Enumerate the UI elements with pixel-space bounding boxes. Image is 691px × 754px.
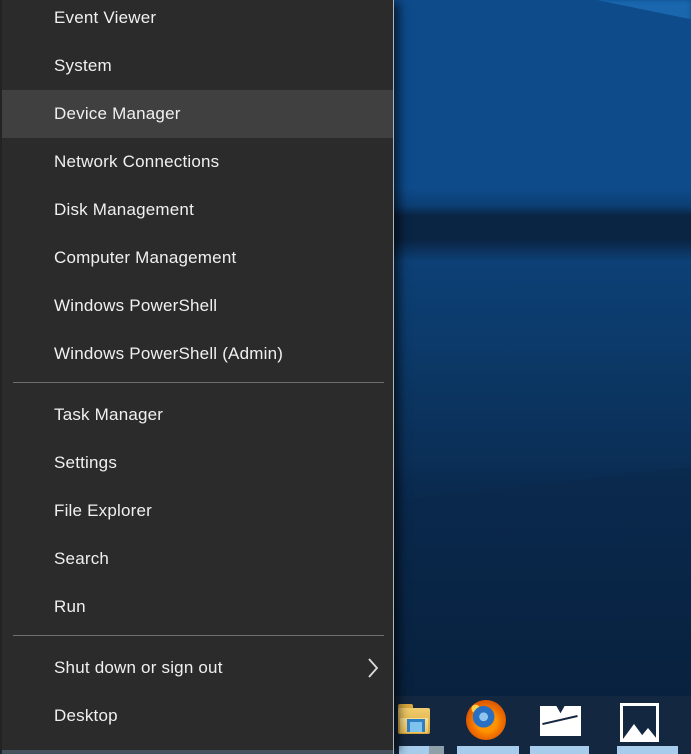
menu-item-settings[interactable]: Settings [2, 439, 393, 487]
photos-icon[interactable] [620, 703, 659, 742]
taskbar-indicator-bar [617, 746, 678, 754]
winx-power-user-menu: Event Viewer System Device Manager Network … [0, 0, 394, 754]
taskbar-indicator-bar [530, 746, 589, 754]
menu-item-system[interactable]: System [2, 42, 393, 90]
menu-item-label: Task Manager [54, 405, 164, 424]
menu-item-label: Windows PowerShell [54, 296, 218, 315]
menu-item-disk-management[interactable]: Disk Management [2, 186, 393, 234]
menu-item-event-viewer[interactable]: Event Viewer [2, 0, 393, 42]
menu-separator [2, 378, 393, 391]
menu-item-run[interactable]: Run [2, 583, 393, 631]
firefox-icon[interactable] [466, 700, 506, 740]
taskbar-indicator-bar [457, 746, 519, 754]
menu-item-label: Disk Management [54, 200, 195, 219]
menu-item-windows-powershell-admin[interactable]: Windows PowerShell (Admin) [2, 330, 393, 378]
menu-item-windows-powershell[interactable]: Windows PowerShell [2, 282, 393, 330]
menu-bottom-edge [2, 750, 393, 754]
menu-item-label: Settings [54, 453, 118, 472]
menu-item-search[interactable]: Search [2, 535, 393, 583]
taskbar [394, 696, 691, 754]
menu-item-label: Run [54, 597, 86, 616]
menu-item-task-manager[interactable]: Task Manager [2, 391, 393, 439]
menu-separator [2, 631, 393, 644]
menu-item-network-connections[interactable]: Network Connections [2, 138, 393, 186]
wallpaper-light-beam [596, 0, 691, 20]
taskbar-indicator-bar [399, 746, 444, 754]
wallpaper-lower-shade [394, 467, 691, 696]
menu-item-label: Event Viewer [54, 8, 157, 27]
menu-item-label: Desktop [54, 706, 118, 725]
menu-item-computer-management[interactable]: Computer Management [2, 234, 393, 282]
menu-item-label: System [54, 56, 112, 75]
menu-item-label: Device Manager [54, 104, 181, 123]
menu-item-label: Computer Management [54, 248, 237, 267]
menu-item-label: File Explorer [54, 501, 153, 520]
menu-item-label: Search [54, 549, 110, 568]
menu-item-label: Windows PowerShell (Admin) [54, 344, 284, 363]
menu-item-desktop[interactable]: Desktop [2, 692, 393, 740]
menu-item-label: Shut down or sign out [54, 658, 223, 677]
menu-item-device-manager[interactable]: Device Manager [2, 90, 393, 138]
mail-icon[interactable] [540, 706, 581, 736]
chevron-right-icon [367, 657, 379, 679]
menu-item-file-explorer[interactable]: File Explorer [2, 487, 393, 535]
file-explorer-icon[interactable] [397, 702, 431, 736]
desktop-wallpaper [394, 0, 691, 696]
menu-item-shut-down-or-sign-out[interactable]: Shut down or sign out [2, 644, 393, 692]
menu-item-label: Network Connections [54, 152, 220, 171]
menu-list: Event Viewer System Device Manager Network … [2, 0, 393, 740]
